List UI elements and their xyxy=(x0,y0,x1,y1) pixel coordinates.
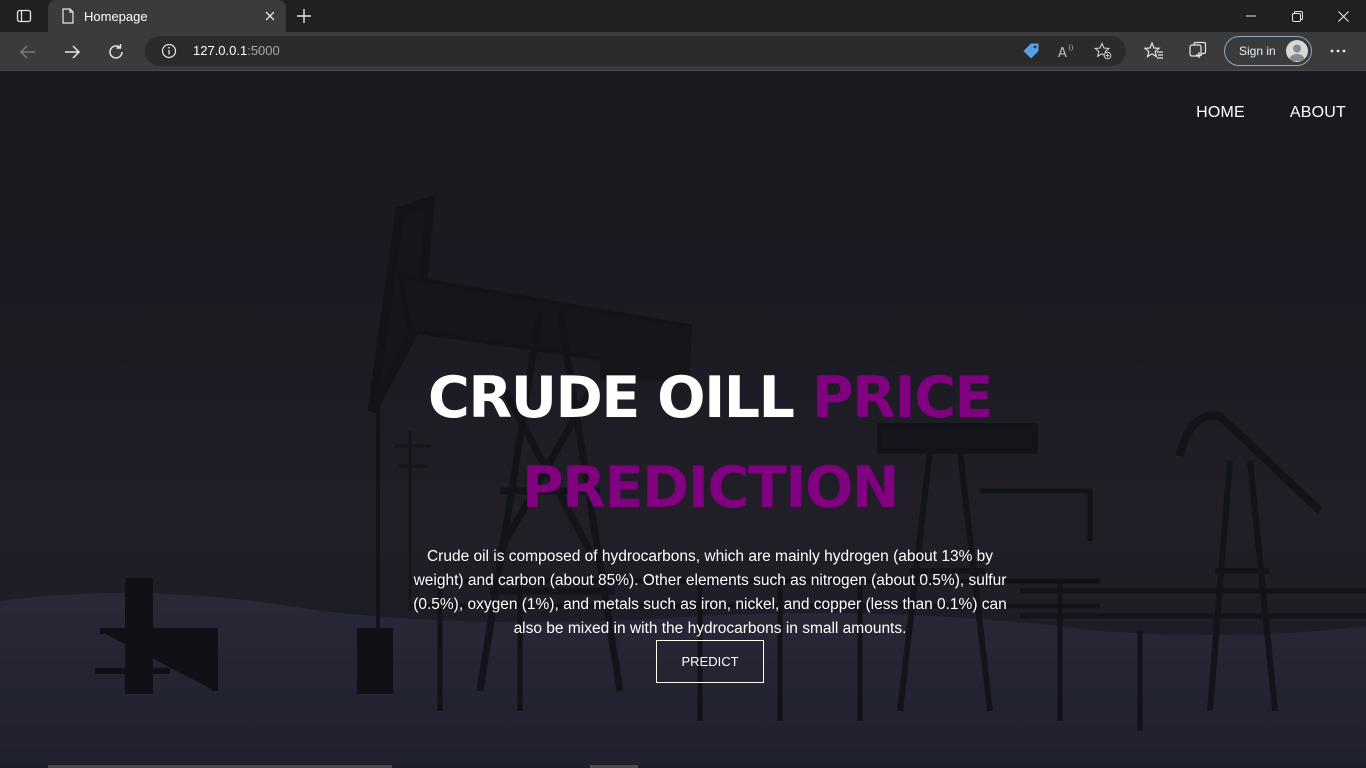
profile-avatar-icon xyxy=(1286,40,1308,62)
minimize-icon[interactable] xyxy=(1228,0,1274,32)
page-viewport: HOME ABOUT CRUDE OILL PRICE PREDICTION C… xyxy=(0,71,1366,768)
active-tab[interactable]: Homepage xyxy=(48,0,286,32)
add-favorite-icon[interactable] xyxy=(1093,41,1113,61)
hero-title-white: CRUDE OILL xyxy=(428,365,795,431)
browser-toolbar: 127.0.0.1:5000 A)) Sign in xyxy=(0,32,1366,71)
new-tab-icon[interactable] xyxy=(290,2,318,30)
refresh-icon[interactable] xyxy=(100,36,132,68)
nav-about-link[interactable]: ABOUT xyxy=(1290,104,1346,122)
tab-title: Homepage xyxy=(84,8,148,24)
nav-home-link[interactable]: HOME xyxy=(1196,104,1245,122)
hero-description: Crude oil is composed of hydrocarbons, w… xyxy=(413,548,1007,637)
back-icon[interactable] xyxy=(12,36,44,68)
tab-actions-icon[interactable] xyxy=(8,4,40,28)
info-icon[interactable] xyxy=(161,43,177,59)
svg-text:)): )) xyxy=(1068,44,1074,52)
hero-section: CRUDE OILL PRICE PREDICTION Crude oil is… xyxy=(408,353,1012,641)
address-bar[interactable]: 127.0.0.1:5000 A)) xyxy=(145,36,1126,66)
site-nav: HOME ABOUT xyxy=(1196,104,1346,122)
hero-title: CRUDE OILL PRICE PREDICTION xyxy=(408,353,1012,533)
url-text: 127.0.0.1:5000 xyxy=(193,43,280,58)
page-icon xyxy=(60,8,76,24)
sign-in-button[interactable]: Sign in xyxy=(1224,36,1312,66)
close-window-icon[interactable] xyxy=(1320,0,1366,32)
close-tab-icon[interactable] xyxy=(256,2,284,30)
url-host: 127.0.0.1 xyxy=(193,43,248,58)
url-port: :5000 xyxy=(247,43,280,58)
tab-bar: Homepage xyxy=(0,0,1366,32)
forward-icon[interactable] xyxy=(56,36,88,68)
restore-icon[interactable] xyxy=(1274,0,1320,32)
sign-in-label: Sign in xyxy=(1239,44,1276,58)
coupon-tag-icon[interactable] xyxy=(1021,41,1041,61)
collections-icon[interactable] xyxy=(1187,40,1209,62)
favorites-icon[interactable] xyxy=(1143,40,1165,62)
svg-text:A: A xyxy=(1058,46,1067,59)
predict-button[interactable]: PREDICT xyxy=(656,640,764,683)
read-aloud-icon[interactable]: A)) xyxy=(1057,41,1077,61)
more-menu-icon[interactable] xyxy=(1327,40,1349,62)
